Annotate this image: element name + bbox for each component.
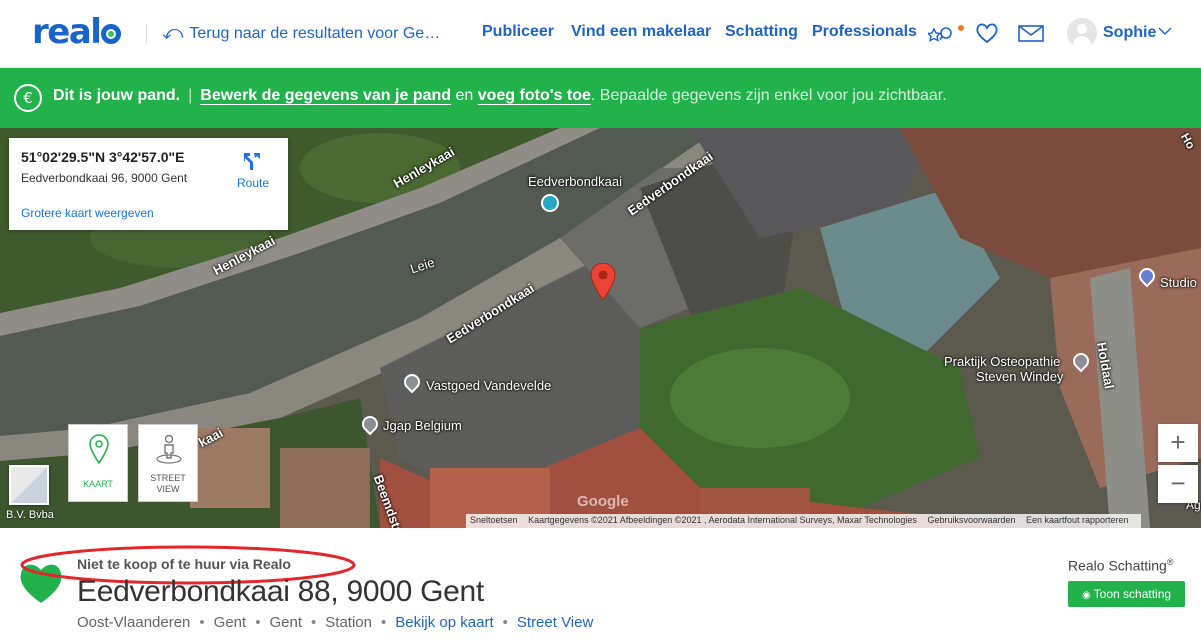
route-link[interactable]: Route xyxy=(237,176,269,190)
nav-professionals[interactable]: Professionals xyxy=(812,23,917,41)
realo-logo[interactable]: realoreal xyxy=(32,12,122,52)
estimate-title-text: Realo Schatting xyxy=(1068,557,1167,574)
street-view-button[interactable]: STREET VIEW xyxy=(138,424,198,502)
map-view-label: KAART xyxy=(83,479,113,489)
terms-link[interactable]: Gebruiksvoorwaarden xyxy=(927,515,1015,525)
google-watermark: Google xyxy=(577,493,629,510)
property-address: Eedverbondkaai 88, 9000 Gent xyxy=(77,575,484,608)
map-label-studio: Studio xyxy=(1160,275,1197,290)
breadcrumb: Oost-Vlaanderen • Gent • Gent • Station • Bekijk… xyxy=(77,614,594,631)
avatar[interactable] xyxy=(1067,18,1097,48)
svg-text:€: € xyxy=(23,89,33,107)
larger-map-link[interactable]: Grotere kaart weergeven xyxy=(21,206,154,220)
map-label-vastgoed: Vastgoed Vandevelde xyxy=(426,378,552,393)
back-link-text: Terug naar de resultaten voor Ge… xyxy=(189,25,441,42)
nav-vind-makelaar[interactable]: Vind een makelaar xyxy=(571,23,711,41)
zoom-in-button[interactable]: + xyxy=(1158,424,1198,462)
map-pin-icon xyxy=(89,434,109,465)
owner-banner: € Dit is jouw pand. | Bewerk de gegevens v… xyxy=(0,68,1201,128)
map-label-jgap: Jgap Belgium xyxy=(383,418,462,433)
edit-property-link[interactable]: Bewerk de gegevens van je pand xyxy=(200,87,451,104)
back-to-results-link[interactable]: ⤺ Terug naar de resultaten voor Ge… xyxy=(162,22,442,45)
view-on-map-link[interactable]: Bekijk op kaart xyxy=(395,614,493,631)
chevron-down-icon[interactable] xyxy=(1156,22,1174,40)
crumb-province[interactable]: Oost-Vlaanderen xyxy=(77,614,190,631)
banner-note: . Bepaalde gegevens zijn enkel voor jou … xyxy=(590,87,947,104)
report-error-link[interactable]: Een kaartfout rapporteren xyxy=(1026,515,1129,525)
crumb-city[interactable]: Gent xyxy=(214,614,247,631)
header-divider xyxy=(146,24,147,44)
notification-dot xyxy=(958,25,964,31)
location-pin-icon[interactable] xyxy=(590,263,616,301)
estimate-title: Realo Schatting® xyxy=(1068,557,1173,574)
eye-icon: ◉ xyxy=(1081,590,1091,601)
map-address: Eedverbondkaai 96, 9000 Gent xyxy=(21,171,188,185)
satellite-map[interactable]: Henleykaai Henleykaai Leie Eedverbondkaa… xyxy=(0,128,1201,528)
map-attribution: Sneltoetsen Kaartgegevens ©2021 Afbeeldi… xyxy=(466,514,1141,528)
map-label-praktijk: Praktijk Osteopathie xyxy=(944,354,1061,369)
coordinates: 51°02'29.5"N 3°42'57.0"E xyxy=(21,149,185,165)
top-navbar: realoreal ⤺ Terug naar de resultaten voor… xyxy=(0,0,1201,68)
show-estimate-button[interactable]: ◉ Toon schatting xyxy=(1068,581,1185,607)
keyboard-shortcuts-link[interactable]: Sneltoetsen xyxy=(470,515,518,525)
street-view-label: VIEW xyxy=(156,484,180,494)
banner-lead: Dit is jouw pand. xyxy=(53,87,181,104)
map-label-bv: B.V. Bvba xyxy=(6,509,54,521)
street-view-link[interactable]: Street View xyxy=(517,614,593,631)
zoom-out-button[interactable]: − xyxy=(1158,465,1198,503)
user-name[interactable]: Sophie xyxy=(1103,24,1156,42)
map-info-card: 51°02'29.5"N 3°42'57.0"E Eedverbondkaai … xyxy=(9,138,288,230)
saved-search-icon[interactable] xyxy=(926,20,956,46)
nav-schatting[interactable]: Schatting xyxy=(725,23,798,41)
banner-text: Dit is jouw pand. | Bewerk de gegevens van… xyxy=(53,87,947,104)
mail-icon[interactable] xyxy=(1017,20,1045,46)
map-view-button[interactable]: KAART xyxy=(68,424,128,502)
crumb-municipality[interactable]: Gent xyxy=(269,614,302,631)
back-arrow-icon: ⤺ xyxy=(162,22,184,44)
nav-publiceer[interactable]: Publiceer xyxy=(482,23,554,41)
registered-mark: ® xyxy=(1166,557,1174,567)
street-view-label: STREET xyxy=(150,473,186,483)
camera-icon[interactable] xyxy=(541,194,559,212)
map-label-praktijk: Steven Windey xyxy=(976,369,1064,384)
show-estimate-label: Toon schatting xyxy=(1093,587,1172,601)
map-layer-toggle[interactable] xyxy=(9,465,49,505)
heart-icon[interactable] xyxy=(974,20,1002,46)
map-data-credit: Kaartgegevens ©2021 Afbeeldingen ©2021 ,… xyxy=(528,515,917,525)
euro-icon: € xyxy=(14,84,42,112)
add-photos-link[interactable]: voeg foto's toe xyxy=(478,87,591,104)
crumb-district[interactable]: Station xyxy=(325,614,372,631)
street-view-icon xyxy=(156,434,182,464)
directions-icon[interactable] xyxy=(241,150,263,172)
banner-conj: en xyxy=(455,87,474,104)
map-label-eedverbondkaai-poi: Eedverbondkaai xyxy=(528,174,622,189)
